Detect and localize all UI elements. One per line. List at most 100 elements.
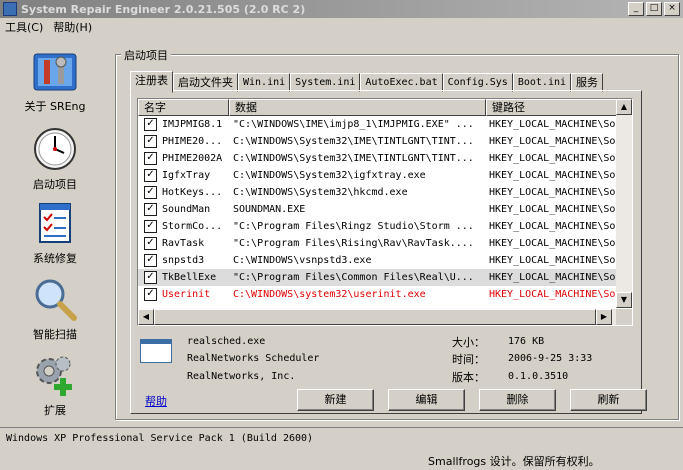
version-value: 0.1.0.3510 [508,371,569,382]
row-checkbox[interactable]: ✓ [144,169,157,182]
horizontal-scroll-thumb[interactable] [154,309,596,325]
menu-bar: 工具(C) 帮助(H) [0,18,97,36]
scroll-left-icon[interactable]: ◀ [138,309,154,325]
row-checkbox[interactable]: ✓ [144,237,157,250]
sidebar: 关于 SREng 启动项目 系统修复 智能扫描 扩展 [0,40,110,424]
table-row[interactable]: ✓ RavTask "C:\Program Files\Rising\Rav\Rav… [138,235,632,252]
sidebar-label-about: 关于 SREng [24,100,86,113]
delete-button[interactable]: 删除 [479,389,556,411]
row-checkbox[interactable]: ✓ [144,271,157,284]
table-row[interactable]: ✓ StormCo... "C:\Program Files\Ringz Studi… [138,218,632,235]
row-key: HKEY_LOCAL_MACHINE\Softw [489,153,617,164]
time-value: 2006-9-25 3:33 [508,353,593,364]
row-data: C:\WINDOWS\System32\hkcmd.exe [233,187,408,198]
row-key: HKEY_LOCAL_MACHINE\Softw [489,170,617,181]
row-data: "C:\Program Files\Rising\Rav\RavTask.... [233,238,474,249]
column-data[interactable]: 数据 [229,99,486,116]
row-key: HKEY_LOCAL_MACHINE\Softw [489,255,617,266]
sidebar-item-repair[interactable]: 系统修复 [0,200,110,266]
row-key: HKEY_LOCAL_MACHINE\Softw [489,221,617,232]
row-checkbox[interactable]: ✓ [144,254,157,267]
magnifier-icon [32,276,78,322]
row-key: HKEY_LOCAL_MACHINE\Softw [489,119,617,130]
sidebar-label-startup: 启动项目 [33,178,77,191]
row-data: "C:\WINDOWS\IME\imjp8_1\IMJPMIG.EXE" ... [233,119,474,130]
title-bar: System Repair Engineer 2.0.21.505 (2.0 R… [0,0,683,18]
startup-list[interactable]: 名字 数据 键路径 ✓ IMJPMIG8.1 "C:\WINDOWS\IME\imj… [137,98,633,326]
column-key[interactable]: 键路径 [486,99,617,116]
detail-file: realsched.exe [187,336,266,347]
horizontal-scrollbar[interactable]: ◀ ▶ [138,309,616,325]
sidebar-label-extend: 扩展 [44,404,66,417]
row-checkbox[interactable]: ✓ [144,288,157,301]
minimize-button[interactable]: _ [628,2,644,16]
sidebar-item-about[interactable]: 关于 SREng [0,48,110,114]
table-row[interactable]: ✓ HotKeys... C:\WINDOWS\System32\hkcmd.exe… [138,184,632,201]
row-name: IgfxTray [162,170,211,181]
sidebar-item-startup[interactable]: 启动项目 [0,126,110,192]
close-button[interactable]: × [664,2,680,16]
group-title: 启动项目 [121,47,171,63]
row-data: C:\WINDOWS\System32\IME\TINTLGNT\TINT... [233,136,474,147]
scroll-down-icon[interactable]: ▼ [616,292,632,308]
toolbox-icon [32,48,78,94]
status-bar: Windows XP Professional Service Pack 1 (… [0,427,683,470]
tab-registry[interactable]: 注册表 [130,71,173,93]
row-name: Userinit [162,289,211,300]
table-row[interactable]: ✓ TkBellExe "C:\Program Files\Common Files… [138,269,632,286]
detail-description: RealNetworks Scheduler [187,353,320,364]
row-name: SoundMan [162,204,211,215]
table-row[interactable]: ✓ IMJPMIG8.1 "C:\WINDOWS\IME\imjp8_1\IMJPM… [138,116,632,133]
scroll-up-icon[interactable]: ▲ [616,99,632,115]
row-data: "C:\Program Files\Ringz Studio\Storm ... [233,221,474,232]
menu-tools[interactable]: 工具(C) [0,19,48,35]
row-data: C:\WINDOWS\vsnpstd3.exe [233,255,372,266]
maximize-button[interactable]: □ [646,2,662,16]
table-row[interactable]: ✓ PHIME20... C:\WINDOWS\System32\IME\TINTL… [138,133,632,150]
table-row[interactable]: ✓ IgfxTray C:\WINDOWS\System32\igfxtray.ex… [138,167,632,184]
table-row[interactable]: ✓ Userinit C:\WINDOWS\system32\userinit.ex… [138,286,632,303]
sidebar-item-extend[interactable]: 扩展 [0,352,110,418]
row-checkbox[interactable]: ✓ [144,203,157,216]
time-label: 时间： [452,353,485,366]
row-checkbox[interactable]: ✓ [144,152,157,165]
tab-bar: 注册表 启动文件夹 Win.ini System.ini AutoExec.ba… [130,71,604,93]
row-key: HKEY_LOCAL_MACHINE\Softw [489,289,617,300]
window-title: System Repair Engineer 2.0.21.505 (2.0 R… [21,2,306,16]
column-name[interactable]: 名字 [138,99,229,116]
credit-text: Smallfrogs 设计。保留所有权利。 [428,455,600,468]
size-label: 大小： [452,336,485,349]
clock-icon [32,126,78,172]
menu-help[interactable]: 帮助(H) [48,19,97,35]
refresh-button[interactable]: 刷新 [570,389,647,411]
table-row[interactable]: ✓ SoundMan SOUNDMAN.EXE HKEY_LOCAL_MACHINE\… [138,201,632,218]
list-header: 名字 数据 键路径 [138,99,632,116]
row-checkbox[interactable]: ✓ [144,220,157,233]
size-value: 176 KB [508,336,545,347]
row-checkbox[interactable]: ✓ [144,135,157,148]
vertical-scrollbar[interactable]: ▲ ▼ [616,99,632,308]
row-name: snpstd3 [162,255,205,266]
row-data: C:\WINDOWS\system32\userinit.exe [233,289,426,300]
scroll-right-icon[interactable]: ▶ [596,309,612,325]
list-body: ✓ IMJPMIG8.1 "C:\WINDOWS\IME\imjp8_1\IMJPM… [138,116,632,303]
edit-button[interactable]: 编辑 [388,389,465,411]
row-key: HKEY_LOCAL_MACHINE\Softw [489,204,617,215]
table-row[interactable]: ✓ PHIME2002A C:\WINDOWS\System32\IME\TINTL… [138,150,632,167]
help-link[interactable]: 帮助 [145,393,167,409]
sidebar-item-scan[interactable]: 智能扫描 [0,276,110,342]
version-label: 版本： [452,371,485,384]
row-checkbox[interactable]: ✓ [144,118,157,131]
row-key: HKEY_LOCAL_MACHINE\Softw [489,238,617,249]
scrollbar-corner [616,309,632,325]
row-name: IMJPMIG8.1 [162,119,223,130]
sidebar-label-scan: 智能扫描 [33,328,77,341]
sidebar-label-repair: 系统修复 [33,252,77,265]
row-data: C:\WINDOWS\System32\IME\TINTLGNT\TINT... [233,153,474,164]
file-icon [140,339,172,363]
gears-plus-icon [32,352,78,398]
row-checkbox[interactable]: ✓ [144,186,157,199]
new-button[interactable]: 新建 [297,389,374,411]
table-row[interactable]: ✓ snpstd3 C:\WINDOWS\vsnpstd3.exe HKEY_LOCA… [138,252,632,269]
row-key: HKEY_LOCAL_MACHINE\Softw [489,136,617,147]
